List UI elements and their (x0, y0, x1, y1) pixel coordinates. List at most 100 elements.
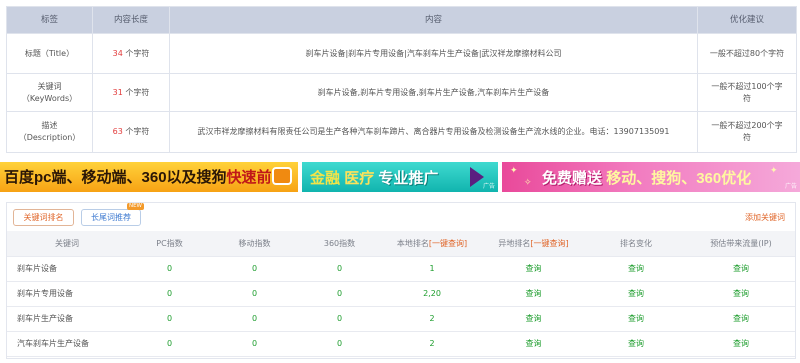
keyword-cell: 刹车片设备 (7, 256, 127, 282)
traffic-query-link[interactable]: 查询 (687, 331, 795, 357)
pc-index-cell: 0 (127, 256, 212, 282)
remote-query-link[interactable]: 查询 (482, 331, 585, 357)
ad-tag: 广告 (784, 183, 797, 190)
length-cell: 31 个字符 (92, 73, 170, 112)
ad-banner-promotion[interactable]: 金融 医疗 专业推广 广告 (302, 162, 498, 192)
remote-query-link[interactable]: 查询 (482, 256, 585, 282)
ad-banner-text-main: 百度pc端、移动端、360以及搜狗 (4, 169, 227, 186)
label-cell: 关键词 （KeyWords） (6, 73, 93, 112)
traffic-query-link[interactable]: 查询 (687, 256, 795, 282)
header-label: 标签 (6, 6, 93, 34)
table-row: 刹车片生产设备 0 0 0 2 查询 查询 查询 (7, 306, 795, 332)
col-remote-rank-label: 异地排名 (498, 238, 531, 248)
col-rank-change: 排名变化 (585, 231, 687, 257)
keyword-cell: 刹车片专用设备 (7, 281, 127, 307)
remote-query-all-link[interactable]: [一键查询] (530, 239, 568, 248)
360-index-cell: 0 (297, 331, 382, 357)
advice-cell: 一般不超过80个字符 (697, 33, 797, 74)
label-cell: 描述 （Description） (6, 111, 93, 153)
sparkle-icon: ✦ (510, 166, 518, 176)
ad-text-finance: 金融 (310, 170, 341, 187)
length-number: 31 (112, 87, 123, 97)
advice-cell: 一般不超过200个字符 (697, 111, 797, 153)
col-pc-index: PC指数 (127, 231, 212, 257)
seo-row-keywords: 关键词 （KeyWords） 31 个字符 刹车片设备,刹车片专用设备,刹车片生… (6, 73, 797, 112)
ad-tag: 广告 (482, 183, 495, 190)
change-query-link[interactable]: 查询 (585, 331, 687, 357)
header-length: 内容长度 (92, 6, 170, 34)
mobile-index-cell: 0 (212, 331, 297, 357)
length-cell: 63 个字符 (92, 111, 170, 153)
tab-label: 长尾词推荐 (91, 213, 131, 222)
change-query-link[interactable]: 查询 (585, 281, 687, 307)
length-number: 34 (112, 48, 123, 58)
length-unit: 个字符 (122, 48, 150, 58)
label-subtext: （KeyWords） (21, 93, 78, 103)
header-advice: 优化建议 (697, 6, 797, 34)
change-query-link[interactable]: 查询 (585, 256, 687, 282)
local-query-all-link[interactable]: [一键查询] (429, 239, 467, 248)
local-rank-cell: 1 (382, 256, 482, 282)
traffic-query-link[interactable]: 查询 (687, 281, 795, 307)
360-index-cell: 0 (297, 256, 382, 282)
content-cell: 刹车片设备|刹车片专用设备|汽车刹车片生产设备|武汉祥龙摩擦材料公司 (169, 33, 698, 74)
col-local-rank: 本地排名[一键查询] (382, 231, 482, 257)
pc-index-cell: 0 (127, 281, 212, 307)
header-content: 内容 (169, 6, 698, 34)
pc-index-cell: 0 (127, 306, 212, 332)
local-rank-cell: 2 (382, 306, 482, 332)
keyword-cell: 刹车片生产设备 (7, 306, 127, 332)
360-index-cell: 0 (297, 281, 382, 307)
advice-cell: 一般不超过100个字符 (697, 73, 797, 112)
label-cell: 标题（Title） (6, 33, 93, 74)
col-360-index: 360指数 (297, 231, 382, 257)
ad-text-promotion: 专业推广 (378, 170, 439, 187)
length-number: 63 (112, 127, 123, 136)
keyword-table: 关键词 PC指数 移动指数 360指数 本地排名[一键查询] 异地排名[一键查询… (7, 231, 795, 357)
col-remote-rank: 异地排名[一键查询] (482, 231, 585, 257)
table-row: 汽车刹车片生产设备 0 0 0 2 查询 查询 查询 (7, 331, 795, 357)
local-rank-cell: 2,20 (382, 281, 482, 307)
ad-banner-text: 百度pc端、移动端、360以及搜狗快速前三 (4, 166, 287, 187)
sparkle-icon: ✦ (770, 166, 778, 176)
keyword-ranking-panel: 关键词排名 长尾词推荐 NEW 添加关键词 关键词 PC指数 移动指数 360指… (6, 202, 796, 359)
ad-banner-text: 金融 医疗 专业推广 (310, 167, 438, 188)
col-local-rank-label: 本地排名 (396, 238, 429, 248)
col-traffic: 预估带来流量(IP) (687, 231, 795, 257)
col-keyword: 关键词 (7, 231, 127, 257)
ad-banner-search-ranking[interactable]: 百度pc端、移动端、360以及搜狗快速前三 (0, 162, 298, 192)
label-text: 描述 (41, 121, 58, 130)
change-query-link[interactable]: 查询 (585, 306, 687, 332)
new-badge: NEW (126, 203, 144, 210)
seo-table-header: 标签 内容长度 内容 优化建议 (6, 6, 797, 34)
ad-banner-free-gift[interactable]: ✦ ✧ ✦ 免费赠送 移动、搜狗、360优化 广告 (502, 162, 800, 192)
seo-row-description: 描述 （Description） 63 个字符 武汉市祥龙摩擦材料有限责任公司是… (6, 111, 797, 153)
table-row: 刹车片专用设备 0 0 0 2,20 查询 查询 查询 (7, 281, 795, 307)
keyword-table-header: 关键词 PC指数 移动指数 360指数 本地排名[一键查询] 异地排名[一键查询… (7, 231, 795, 257)
tab-keyword-ranking[interactable]: 关键词排名 (13, 209, 74, 226)
pc-index-cell: 0 (127, 331, 212, 357)
label-text: 标题（Title） (24, 48, 75, 58)
remote-query-link[interactable]: 查询 (482, 306, 585, 332)
ad-text-medical: 医疗 (344, 170, 375, 187)
mobile-index-cell: 0 (212, 256, 297, 282)
mobile-index-cell: 0 (212, 281, 297, 307)
remote-query-link[interactable]: 查询 (482, 281, 585, 307)
length-unit: 个字符 (122, 127, 150, 136)
ad-text-free-gift: 免费赠送 (542, 170, 603, 187)
add-keyword-link[interactable]: 添加关键词 (745, 212, 785, 223)
length-unit: 个字符 (122, 87, 150, 97)
table-row: 刹车片设备 0 0 0 1 查询 查询 查询 (7, 256, 795, 282)
360-index-cell: 0 (297, 306, 382, 332)
ad-banner-text: 免费赠送 移动、搜狗、360优化 (542, 167, 751, 188)
content-cell: 武汉市祥龙摩擦材料有限责任公司是生产各种汽车刹车蹄片、离合器片专用设备及检测设备… (169, 111, 698, 153)
keyword-cell: 汽车刹车片生产设备 (7, 331, 127, 357)
sparkle-icon: ✧ (524, 178, 532, 188)
play-arrow-icon (470, 167, 484, 187)
traffic-query-link[interactable]: 查询 (687, 306, 795, 332)
ad-text-engines: 移动、搜狗、360优化 (606, 170, 752, 187)
tab-longtail-recommend[interactable]: 长尾词推荐 NEW (81, 203, 144, 226)
mobile-index-cell: 0 (212, 306, 297, 332)
col-mobile-index: 移动指数 (212, 231, 297, 257)
length-cell: 34 个字符 (92, 33, 170, 74)
